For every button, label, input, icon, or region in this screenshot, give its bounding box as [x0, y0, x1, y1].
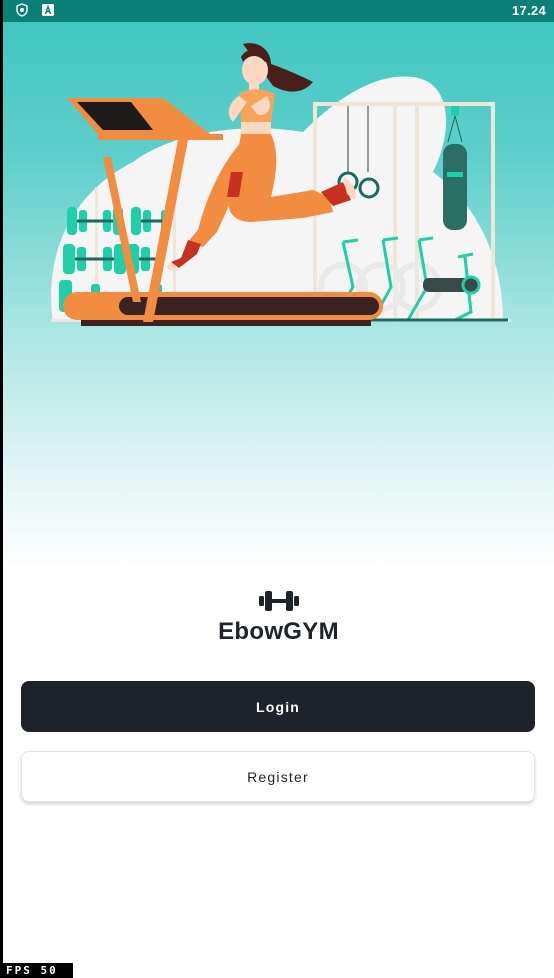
- app-name: EbowGYM: [218, 618, 339, 645]
- login-button[interactable]: Login: [21, 681, 535, 732]
- hero-illustration: [3, 22, 554, 570]
- status-bar: 17.24: [3, 0, 554, 22]
- dumbbell-icon: [258, 591, 299, 611]
- status-time: 17.24: [511, 3, 546, 18]
- fps-counter: FPS 50: [3, 963, 73, 978]
- brand-block: EbowGYM: [3, 588, 554, 646]
- shield-app-icon: [16, 3, 28, 17]
- a-app-icon: [42, 4, 54, 16]
- welcome-screen: 17.24 EbowGYM Login Register FPS 50: [0, 0, 554, 978]
- register-button[interactable]: Register: [21, 751, 535, 802]
